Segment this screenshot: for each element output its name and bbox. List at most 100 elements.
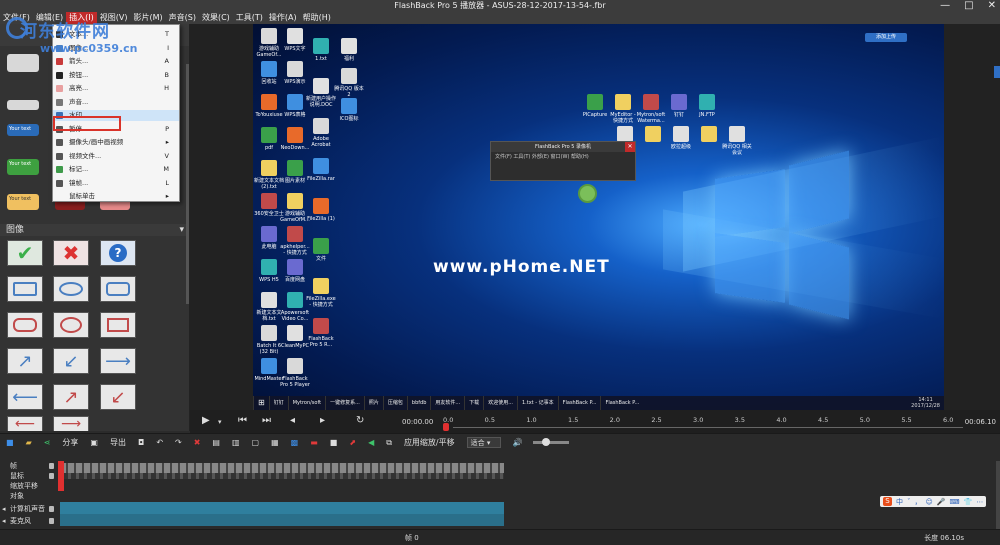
question-icon[interactable]: ? <box>100 240 136 266</box>
add-button-icon[interactable]: ■ <box>330 438 338 447</box>
red-rect-icon[interactable] <box>100 312 136 338</box>
swatch-blue[interactable]: Your text <box>7 124 39 136</box>
open-folder-icon[interactable]: ▰ <box>26 438 32 447</box>
zoom-pan-icon[interactable]: ⧉ <box>386 438 392 448</box>
desktop-icon[interactable]: Adobe Acrobat <box>305 118 337 148</box>
lock-icon[interactable] <box>49 463 54 469</box>
swatch-grey[interactable] <box>7 100 39 110</box>
mouse-track[interactable] <box>60 473 504 479</box>
add-image-icon[interactable]: ▦ <box>271 438 279 447</box>
ime-item-icon[interactable]: S <box>883 497 892 506</box>
prev-button[interactable]: ⏮ <box>238 415 247 426</box>
insert-menu-item-5[interactable]: 声音... <box>53 97 179 108</box>
menu-item-7[interactable]: 工具(T) <box>233 12 266 24</box>
desktop-icon[interactable]: FileZilla.exe - 快捷方式 <box>305 278 337 308</box>
ime-item-icon[interactable]: 🎤 <box>937 498 946 506</box>
delete-icon[interactable]: ✖ <box>194 438 201 447</box>
check-icon[interactable]: ✔ <box>7 240 43 266</box>
add-highlight-icon[interactable]: ▬ <box>310 438 318 447</box>
desktop-icon[interactable]: JN.FTP <box>691 94 723 118</box>
swatch-light[interactable] <box>7 54 39 72</box>
maximize-button[interactable]: □ <box>964 0 973 12</box>
taskbar-item[interactable]: 下载 <box>464 396 483 410</box>
menu-item-6[interactable]: 效果(C) <box>199 12 233 24</box>
recorded-desktop-frame[interactable]: 游戏辅助 GameOf... 回收站 ToYouxiuse pdf 新建文本文档 (2)… <box>253 24 944 410</box>
recorder-window[interactable]: FlashBack Pro 5 录像机 ✕ 文件(F) 工具(T) 外部(E) 窗… <box>490 141 636 181</box>
blue-arrow-left-icon[interactable]: ⟵ <box>7 384 43 410</box>
red-rounded-rect-icon[interactable] <box>7 312 43 338</box>
volume-icon[interactable]: 🔊 <box>513 438 523 447</box>
red-arrow-right-icon[interactable]: ⟶ <box>53 416 89 431</box>
redo-icon[interactable]: ↷ <box>175 438 182 447</box>
red-ellipse-icon[interactable] <box>53 312 89 338</box>
play-options-icon[interactable]: ▾ <box>218 418 222 426</box>
red-arrow-left-icon[interactable]: ⟵ <box>7 416 43 431</box>
blue-arrow-ne-icon[interactable]: ↗ <box>7 348 43 374</box>
play-button[interactable]: ▶ <box>202 415 210 426</box>
swatch-yellow[interactable]: Your text <box>7 194 39 210</box>
ime-item-icon[interactable]: ⌨ <box>950 498 960 506</box>
add-arrow-icon[interactable]: ⬈ <box>349 438 356 447</box>
recorder-close-icon[interactable]: ✕ <box>625 142 635 152</box>
step-back-button[interactable]: ◂ <box>290 415 295 426</box>
step-forward-button[interactable]: ▸ <box>320 415 325 426</box>
export-icon[interactable]: ▣ <box>90 438 98 447</box>
menu-item-9[interactable]: 帮助(H) <box>300 12 334 24</box>
volume-knob[interactable] <box>541 438 550 446</box>
insert-menu-item-4[interactable]: 高亮... H <box>53 83 179 94</box>
insert-menu-item-3[interactable]: 按钮... B <box>53 70 179 81</box>
volume-slider[interactable] <box>532 438 569 446</box>
upload-button[interactable]: 添加上传 <box>865 33 907 42</box>
edge-tab-icon[interactable] <box>994 66 1000 78</box>
snapshot-icon[interactable]: ◘ <box>138 438 144 447</box>
sound-icon[interactable]: ◀ <box>368 438 374 447</box>
desktop-icon[interactable]: FileZilla.rar <box>305 158 337 182</box>
taskbar-item[interactable]: 钉钉 <box>268 396 288 410</box>
time-ruler[interactable]: 0.0 0.5 1.0 1.5 2.0 2.5 3.0 3.5 4.0 4.5 5.0 5.5 6.0 <box>443 413 963 431</box>
apply-zoom-button[interactable]: 应用缩放/平移 <box>404 437 455 448</box>
blue-rect-icon[interactable] <box>7 276 43 302</box>
desktop-icon[interactable]: 福利 <box>333 38 365 62</box>
cross-icon[interactable]: ✖ <box>53 240 89 266</box>
red-arrow-ne-icon[interactable]: ↗ <box>53 384 89 410</box>
collapse-icon[interactable]: ▾ <box>179 224 184 236</box>
taskbar-item[interactable]: Mytron/soft <box>287 396 325 410</box>
lock-icon[interactable] <box>49 518 54 524</box>
ime-item-icon[interactable]: ☺ <box>926 498 933 506</box>
insert-menu-item-2[interactable]: 箭头... A <box>53 56 179 67</box>
timeline-scrollbar[interactable] <box>996 461 1000 531</box>
desktop-icon[interactable]: FileZilla (1) <box>305 198 337 222</box>
add-zoom-icon[interactable]: ▩ <box>291 438 299 447</box>
taskbar-item[interactable]: FlashBack P... <box>600 396 643 410</box>
expand-icon[interactable]: ◂ <box>2 516 6 526</box>
lock-icon[interactable] <box>49 473 54 479</box>
taskbar-item[interactable]: 一键修复系... <box>325 396 364 410</box>
add-text-icon[interactable]: ▢ <box>252 438 260 447</box>
insert-menu-item-9[interactable]: 视频文件... V <box>53 151 179 162</box>
taskbar-item[interactable]: 照片 <box>363 396 383 410</box>
blue-ellipse-icon[interactable] <box>53 276 89 302</box>
taskbar-item[interactable]: bbfdb <box>406 396 430 410</box>
ime-item-icon[interactable]: 👕 <box>964 498 973 506</box>
taskbar-item[interactable]: 1.txt - 记事本 <box>516 396 558 410</box>
desktop-icon[interactable]: FlashBack Pro 5 Player <box>279 358 311 388</box>
desktop-icon[interactable]: 文件 <box>305 238 337 262</box>
undo-icon[interactable]: ↶ <box>156 438 163 447</box>
swatch-green[interactable]: Your text <box>7 159 39 175</box>
save-icon[interactable]: ■ <box>6 438 14 447</box>
menu-item-5[interactable]: 声音(S) <box>166 12 199 24</box>
taskbar-item[interactable]: FlashBack P... <box>557 396 601 410</box>
desktop-icon[interactable]: 腾讯QQ 相关会议 <box>721 126 753 156</box>
menu-item-8[interactable]: 操作(A) <box>266 12 300 24</box>
ime-item-icon[interactable]: ， <box>915 497 922 507</box>
ime-item-icon[interactable]: ˇ <box>907 498 911 506</box>
insert-menu-item-11[interactable]: 镜帧... L <box>53 178 179 189</box>
minimize-button[interactable]: — <box>940 0 950 12</box>
playhead-icon[interactable] <box>443 423 449 431</box>
taskbar-item[interactable]: 欢迎使用... <box>483 396 517 410</box>
cut-frame-icon[interactable]: ▤ <box>212 438 220 447</box>
ime-item-icon[interactable]: ⋯ <box>976 498 983 506</box>
insert-menu-item-8[interactable]: 摄像头/画中画视频 ▸ <box>53 137 179 148</box>
close-button[interactable]: ✕ <box>988 0 996 12</box>
desktop-icon[interactable]: FlashBack Pro 5 R... <box>305 318 337 348</box>
